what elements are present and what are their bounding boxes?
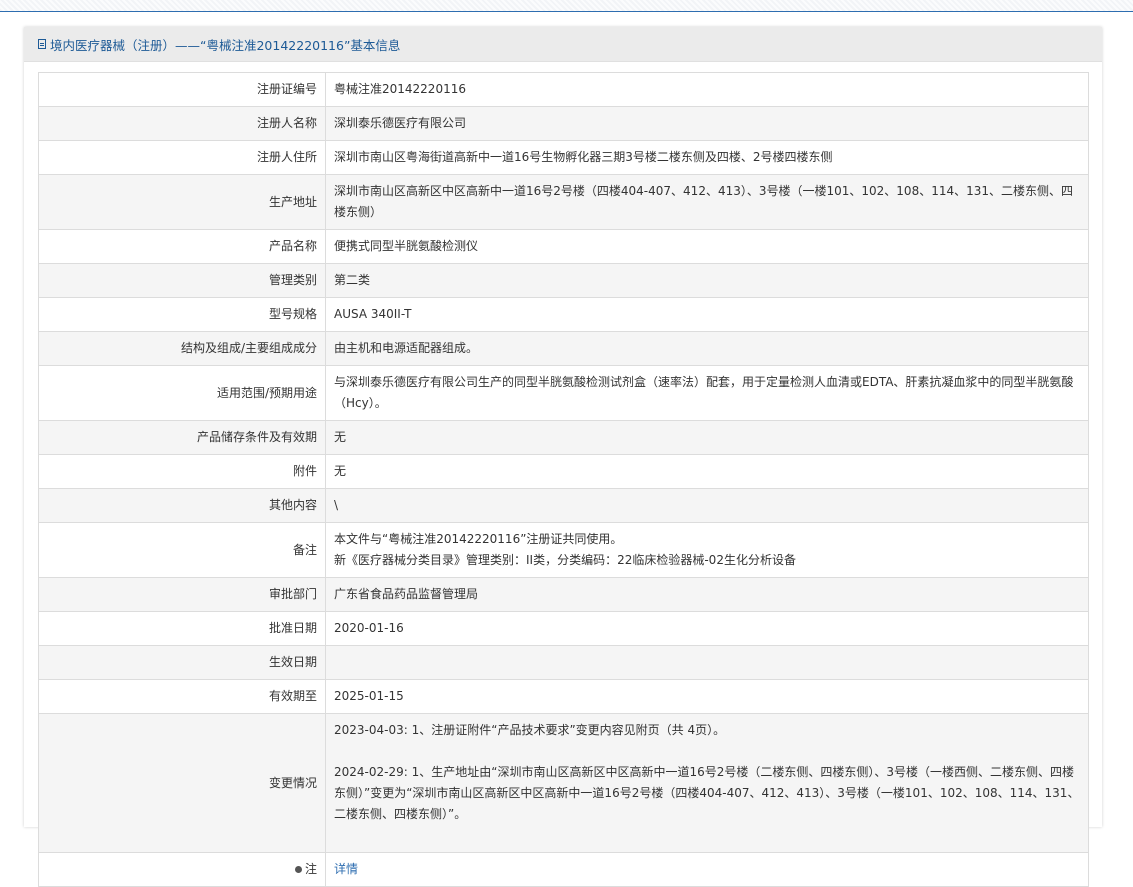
row-value: 详情 [325, 852, 1089, 887]
table-row: 注册证编号 粤械注准20142220116 [38, 72, 1089, 107]
row-value: 无 [325, 420, 1089, 455]
row-label: 有效期至 [38, 679, 326, 714]
change-item: 2023-04-03: 1、注册证附件“产品技术要求”变更内容见附页（共 4页）… [334, 723, 726, 737]
table-row: 生效日期 [38, 645, 1089, 680]
row-value [325, 645, 1089, 680]
remark-line: 新《医疗器械分类目录》管理类别：II类，分类编码：22临床检验器械-02生化分析… [334, 553, 796, 567]
row-label: 注册人住所 [38, 140, 326, 175]
table-row: 批准日期 2020-01-16 [38, 611, 1089, 646]
row-value: AUSA 340II-T [325, 297, 1089, 332]
note-label: 注 [294, 859, 317, 880]
row-label: 其他内容 [38, 488, 326, 523]
table-row: 注 详情 [38, 852, 1089, 887]
panel-header: 境内医疗器械（注册）——“粤械注准20142220116”基本信息 [24, 27, 1102, 62]
bullet-icon [294, 866, 302, 873]
table-row: 结构及组成/主要组成成分 由主机和电源适配器组成。 [38, 331, 1089, 366]
row-value: 深圳市南山区粤海街道高新中一道16号生物孵化器三期3号楼二楼东侧及四楼、2号楼四… [325, 140, 1089, 175]
table-row: 变更情况 2023-04-03: 1、注册证附件“产品技术要求”变更内容见附页（… [38, 713, 1089, 853]
row-value: 无 [325, 454, 1089, 489]
row-value: \ [325, 488, 1089, 523]
row-label: 备注 [38, 522, 326, 578]
row-value: 第二类 [325, 263, 1089, 298]
table-row: 生产地址 深圳市南山区高新区中区高新中一道16号2号楼（四楼404-407、412… [38, 174, 1089, 230]
table-row: 其他内容 \ [38, 488, 1089, 523]
table-row: 产品储存条件及有效期无 [38, 420, 1089, 455]
changes-value: 2023-04-03: 1、注册证附件“产品技术要求”变更内容见附页（共 4页）… [325, 713, 1089, 853]
row-label: 适用范围/预期用途 [38, 365, 326, 421]
row-label: 产品储存条件及有效期 [38, 420, 326, 455]
table-row: 管理类别 第二类 [38, 263, 1089, 298]
table-row: 注册人名称 深圳泰乐德医疗有限公司 [38, 106, 1089, 141]
row-value: 深圳市南山区高新区中区高新中一道16号2号楼（四楼404-407、412、413… [325, 174, 1089, 230]
change-item: 2024-02-29: 1、生产地址由“深圳市南山区高新区中区高新中一道16号2… [334, 765, 1080, 821]
row-label: 生产地址 [38, 174, 326, 230]
table-row: 审批部门 广东省食品药品监督管理局 [38, 577, 1089, 612]
row-label: 审批部门 [38, 577, 326, 612]
row-value: 2025-01-15 [325, 679, 1089, 714]
table-row: 产品名称 便携式同型半胱氨酸检测仪 [38, 229, 1089, 264]
row-label: 变更情况 [38, 713, 326, 853]
row-value: 深圳泰乐德医疗有限公司 [325, 106, 1089, 141]
row-value: 2020-01-16 [325, 611, 1089, 646]
table-row: 备注 本文件与“粤械注准20142220116”注册证共同使用。 新《医疗器械分… [38, 522, 1089, 578]
row-label: 管理类别 [38, 263, 326, 298]
document-icon [38, 39, 46, 49]
row-label: 附件 [38, 454, 326, 489]
note-label-text: 注 [304, 862, 317, 876]
row-label: 生效日期 [38, 645, 326, 680]
row-value: 便携式同型半胱氨酸检测仪 [325, 229, 1089, 264]
row-label: 注 [38, 852, 326, 887]
table-row: 适用范围/预期用途 与深圳泰乐德医疗有限公司生产的同型半胱氨酸检测试剂盒（速率法）… [38, 365, 1089, 421]
row-label: 结构及组成/主要组成成分 [38, 331, 326, 366]
row-label: 批准日期 [38, 611, 326, 646]
row-value: 与深圳泰乐德医疗有限公司生产的同型半胱氨酸检测试剂盒（速率法）配套，用于定量检测… [325, 365, 1089, 421]
info-table: 注册证编号 粤械注准20142220116 注册人名称 深圳泰乐德医疗有限公司 注册… [38, 72, 1089, 887]
panel-title: 境内医疗器械（注册）——“粤械注准20142220116”基本信息 [50, 37, 401, 53]
row-value: 由主机和电源适配器组成。 [325, 331, 1089, 366]
remark-value: 本文件与“粤械注准20142220116”注册证共同使用。 新《医疗器械分类目录… [325, 522, 1089, 578]
detail-link[interactable]: 详情 [334, 862, 358, 876]
table-row: 注册人住所 深圳市南山区粤海街道高新中一道16号生物孵化器三期3号楼二楼东侧及四楼… [38, 140, 1089, 175]
row-label: 注册人名称 [38, 106, 326, 141]
row-value: 广东省食品药品监督管理局 [325, 577, 1089, 612]
remark-line: 本文件与“粤械注准20142220116”注册证共同使用。 [334, 532, 623, 546]
table-row: 型号规格 AUSA 340II-T [38, 297, 1089, 332]
top-band [0, 0, 1133, 12]
row-label: 型号规格 [38, 297, 326, 332]
table-row: 附件无 [38, 454, 1089, 489]
info-panel: 境内医疗器械（注册）——“粤械注准20142220116”基本信息 注册证编号粤… [24, 27, 1102, 887]
row-label: 产品名称 [38, 229, 326, 264]
table-row: 有效期至 2025-01-15 [38, 679, 1089, 714]
row-value: 粤械注准20142220116 [325, 72, 1089, 107]
row-label: 注册证编号 [38, 72, 326, 107]
